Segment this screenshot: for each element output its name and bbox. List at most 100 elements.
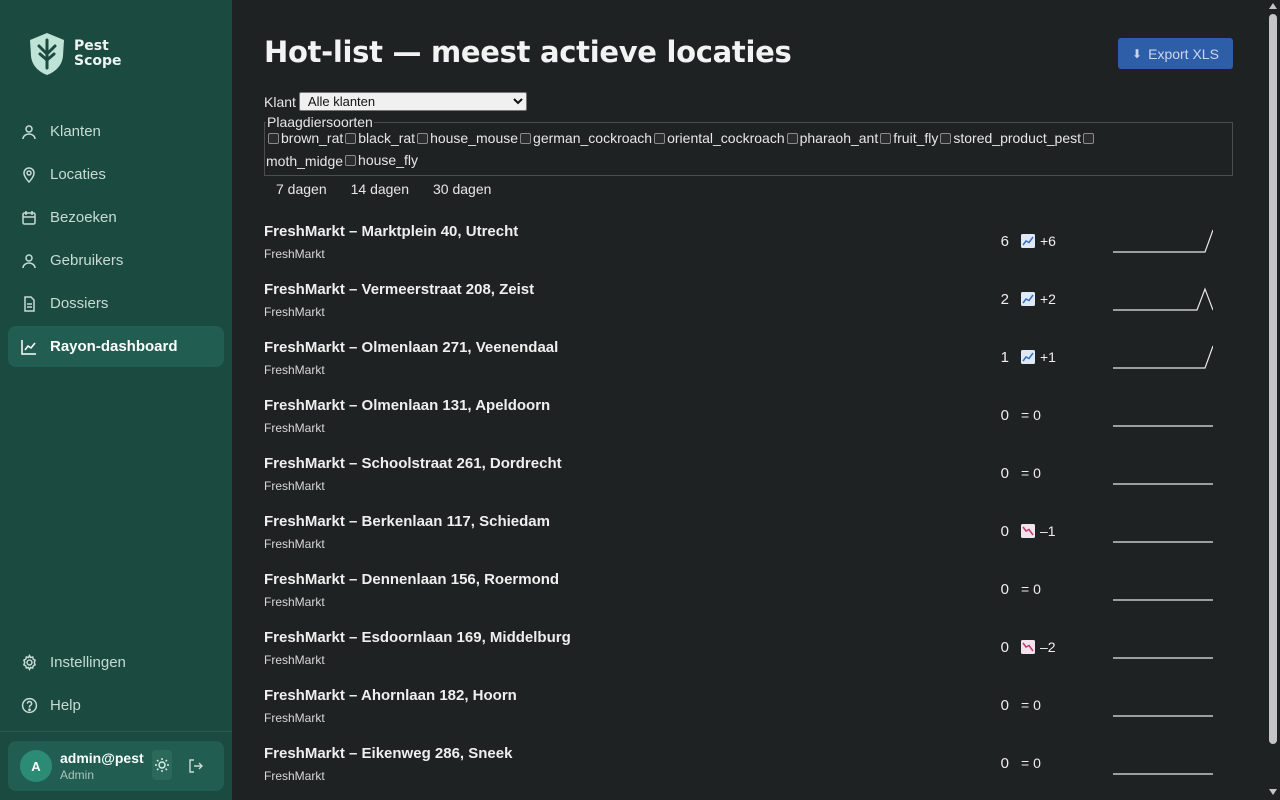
- location-client: FreshMarkt: [264, 537, 325, 551]
- hot-list-row[interactable]: FreshMarkt – Schoolstraat 261, Dordrecht…: [264, 448, 1233, 506]
- species-filter: Plaagdiersoorten brown_rat black_rat house…: [264, 114, 1233, 176]
- location-name[interactable]: FreshMarkt – Schoolstraat 261, Dordrecht: [264, 455, 562, 472]
- hot-list-row[interactable]: FreshMarkt – Ahornlaan 182, Hoorn FreshMa…: [264, 680, 1233, 738]
- species-checkbox[interactable]: [786, 133, 798, 144]
- location-client: FreshMarkt: [264, 479, 325, 493]
- sidebar-item-label: Help: [50, 697, 81, 714]
- species-checkbox[interactable]: [268, 133, 279, 144]
- sparkline-path: [1113, 287, 1213, 311]
- trend-delta-value: = 0: [1021, 755, 1041, 771]
- trend-delta-value: = 0: [1021, 697, 1041, 713]
- scroll-up-arrow[interactable]: [1269, 3, 1277, 9]
- sun-icon: [155, 758, 169, 772]
- species-label: moth_midge: [266, 153, 344, 169]
- location-name[interactable]: FreshMarkt – Dennenlaan 156, Roermond: [264, 571, 559, 588]
- location-name[interactable]: FreshMarkt – Berkenlaan 117, Schiedam: [264, 513, 550, 530]
- sparkline: [1113, 483, 1213, 485]
- logo-text: Pest Scope: [74, 39, 122, 69]
- chart-line-icon: [20, 338, 38, 356]
- hot-list-row[interactable]: FreshMarkt – Olmenlaan 271, Veenendaal Fr…: [264, 332, 1233, 390]
- trend-delta: –2: [1021, 639, 1056, 655]
- trend-delta: = 0: [1021, 581, 1041, 597]
- hot-list-row[interactable]: FreshMarkt – Dennenlaan 156, Roermond Fre…: [264, 564, 1233, 622]
- trend-delta: = 0: [1021, 407, 1041, 423]
- export-xls-button[interactable]: ⬇ Export XLS: [1118, 38, 1233, 69]
- location-name[interactable]: FreshMarkt – Eikenweg 286, Sneek: [264, 745, 512, 762]
- scrollbar[interactable]: [1266, 0, 1280, 800]
- species-label: house_fly: [358, 152, 418, 168]
- hot-list-row[interactable]: FreshMarkt – Esdoornlaan 169, Middelburg…: [264, 622, 1233, 680]
- species-checkbox[interactable]: [940, 133, 952, 144]
- sidebar-item-locaties[interactable]: Locaties: [8, 154, 224, 195]
- logout-button[interactable]: [186, 756, 206, 776]
- hot-list-row[interactable]: FreshMarkt – Berkenlaan 117, Schiedam Fre…: [264, 506, 1233, 564]
- activity-count: 0: [1000, 639, 1009, 656]
- trend-delta: +6: [1021, 233, 1056, 249]
- species-option[interactable]: pharaoh_ant: [785, 128, 878, 149]
- species-checkbox[interactable]: [520, 133, 532, 144]
- hot-list-row[interactable]: FreshMarkt – Vermeerstraat 208, Zeist Fre…: [264, 274, 1233, 332]
- period-14-days[interactable]: 14 dagen: [339, 181, 421, 201]
- activity-count: 0: [1000, 697, 1009, 714]
- species-checkbox[interactable]: [1083, 133, 1095, 144]
- trend-delta: –1: [1021, 523, 1056, 539]
- location-name[interactable]: FreshMarkt – Vermeerstraat 208, Zeist: [264, 281, 534, 298]
- trend-delta-value: = 0: [1021, 581, 1041, 597]
- hot-list-row[interactable]: FreshMarkt – Olmenlaan 131, Apeldoorn Fre…: [264, 390, 1233, 448]
- download-icon: ⬇: [1132, 46, 1143, 61]
- sidebar-item-help[interactable]: Help: [8, 685, 224, 726]
- species-option[interactable]: stored_product_pest: [938, 128, 1081, 149]
- page-title: Hot-list — meest actieve locaties: [264, 35, 792, 69]
- species-option[interactable]: house_fly: [343, 150, 418, 171]
- klant-select[interactable]: Alle klanten: [298, 92, 527, 111]
- species-label: oriental_cockroach: [667, 130, 785, 146]
- species-checkbox[interactable]: [880, 133, 892, 144]
- sidebar-item-instellingen[interactable]: Instellingen: [8, 642, 224, 683]
- trend-delta-value: –2: [1040, 639, 1056, 655]
- gear-icon: [20, 654, 38, 672]
- species-option[interactable]: black_rat: [343, 128, 415, 149]
- sidebar-item-rayon-dashboard[interactable]: Rayon-dashboard: [8, 326, 224, 367]
- location-name[interactable]: FreshMarkt – Olmenlaan 271, Veenendaal: [264, 339, 558, 356]
- activity-count: 0: [1000, 523, 1009, 540]
- location-name[interactable]: FreshMarkt – Ahornlaan 182, Hoorn: [264, 687, 517, 704]
- sidebar-item-klanten[interactable]: Klanten: [8, 111, 224, 152]
- user-card: A admin@pest Admin: [8, 741, 224, 791]
- trend-delta: +1: [1021, 349, 1056, 365]
- hot-list-row[interactable]: FreshMarkt – Marktplein 40, Utrecht Fresh…: [264, 216, 1233, 274]
- sidebar-item-dossiers[interactable]: Dossiers: [8, 283, 224, 324]
- logo[interactable]: Pest Scope: [28, 32, 122, 76]
- help-circle-icon: [20, 697, 38, 715]
- species-option[interactable]: brown_rat: [266, 128, 343, 149]
- species-checkbox[interactable]: [654, 133, 666, 144]
- sidebar-item-label: Bezoeken: [50, 209, 117, 226]
- theme-toggle-button[interactable]: [152, 750, 172, 780]
- trend-delta: = 0: [1021, 465, 1041, 481]
- location-name[interactable]: FreshMarkt – Olmenlaan 131, Apeldoorn: [264, 397, 550, 414]
- species-label: stored_product_pest: [953, 130, 1082, 146]
- species-option[interactable]: oriental_cockroach: [652, 128, 785, 149]
- period-30-days[interactable]: 30 dagen: [421, 181, 503, 201]
- trend-delta: = 0: [1021, 697, 1041, 713]
- avatar[interactable]: A: [20, 750, 52, 782]
- hot-list-row[interactable]: FreshMarkt – Eikenweg 286, Sneek FreshMar…: [264, 738, 1233, 796]
- period-7-days[interactable]: 7 dagen: [264, 181, 339, 201]
- species-checkbox[interactable]: [345, 133, 357, 144]
- species-option[interactable]: german_cockroach: [518, 128, 652, 149]
- species-checkbox[interactable]: [417, 133, 429, 144]
- location-client: FreshMarkt: [264, 653, 325, 667]
- sidebar-bottom-nav: Instellingen Help: [8, 642, 224, 728]
- trend-delta-value: +6: [1040, 233, 1056, 249]
- species-option[interactable]: moth_midge: [266, 151, 343, 172]
- species-option[interactable]: house_mouse: [415, 128, 518, 149]
- sparkline: [1113, 773, 1213, 775]
- scroll-down-arrow[interactable]: [1269, 789, 1277, 795]
- location-name[interactable]: FreshMarkt – Esdoornlaan 169, Middelburg: [264, 629, 571, 646]
- species-option[interactable]: fruit_fly: [878, 128, 938, 149]
- scroll-thumb[interactable]: [1269, 14, 1277, 744]
- user-icon: [20, 252, 38, 270]
- location-name[interactable]: FreshMarkt – Marktplein 40, Utrecht: [264, 223, 518, 240]
- sidebar-item-bezoeken[interactable]: Bezoeken: [8, 197, 224, 238]
- sidebar-item-gebruikers[interactable]: Gebruikers: [8, 240, 224, 281]
- species-checkbox[interactable]: [345, 155, 357, 166]
